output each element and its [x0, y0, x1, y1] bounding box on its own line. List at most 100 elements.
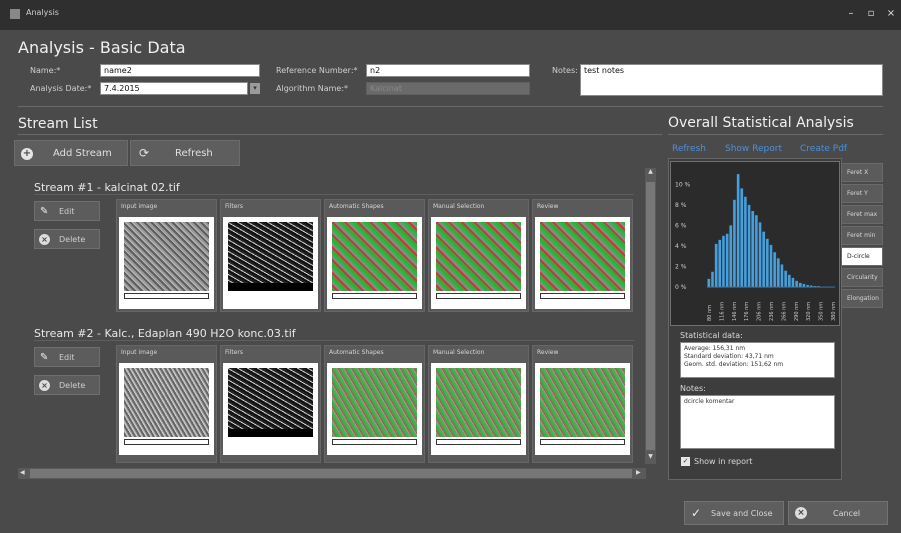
- tab-circularity[interactable]: Circularity: [841, 268, 883, 287]
- scale-bar: [332, 293, 417, 299]
- x-tick-label: 176 nm: [744, 302, 750, 321]
- stream-2-filters[interactable]: Filters: [220, 345, 321, 463]
- scale-bar: [436, 439, 521, 445]
- stream-1-filters[interactable]: Filters: [220, 199, 321, 312]
- scale-bar: [124, 439, 209, 445]
- statistical-data-label: Statistical data:: [680, 331, 743, 340]
- close-button[interactable]: ×: [882, 6, 900, 22]
- histogram-bar: [795, 280, 799, 288]
- histogram-bar: [740, 188, 744, 288]
- stream-2-edit-button[interactable]: ✎ Edit: [34, 347, 100, 367]
- tab-feret-min[interactable]: Feret min: [841, 226, 883, 245]
- scroll-down-icon[interactable]: ▼: [646, 453, 655, 463]
- horizontal-scroll-thumb[interactable]: [30, 469, 632, 478]
- add-stream-button[interactable]: + Add Stream: [14, 140, 128, 166]
- histogram-bar: [805, 284, 810, 288]
- cancel-button[interactable]: × Cancel: [788, 501, 888, 525]
- algorithm-name-select[interactable]: Kalcinat: [366, 82, 530, 95]
- name-field[interactable]: name2: [100, 64, 260, 77]
- reference-number-field[interactable]: n2: [366, 64, 530, 77]
- auto-shapes-image: [332, 368, 417, 437]
- stats-title: Overall Statistical Analysis: [668, 115, 854, 131]
- notes-field[interactable]: test notes: [580, 64, 883, 96]
- stream-2-delete-button[interactable]: × Delete: [34, 375, 100, 395]
- histogram-svg: 0 % 2 % 4 % 6 % 8 % 10 % 80 nm 116 nm 146 nm 176 …: [675, 173, 837, 321]
- y-tick-label: 8 %: [675, 202, 687, 209]
- histogram-bar: [802, 283, 806, 288]
- vertical-scrollbar[interactable]: ▲ ▼: [645, 168, 656, 464]
- stream-1-edit-button[interactable]: ✎ Edit: [34, 201, 100, 221]
- pencil-icon: ✎: [40, 206, 49, 217]
- horizontal-scrollbar[interactable]: ◀ ▶: [18, 468, 646, 479]
- histogram-bar: [758, 222, 762, 288]
- scroll-up-icon[interactable]: ▲: [646, 168, 655, 178]
- statistical-data-box: Average: 156,31 nm Standard deviation: 4…: [680, 342, 835, 378]
- histogram-bar: [754, 214, 758, 288]
- x-tick-label: 380 nm: [831, 302, 837, 321]
- stat-average: Average: 156,31 nm: [684, 345, 746, 352]
- stream-2-review[interactable]: Review: [532, 345, 633, 463]
- histogram-bar: [780, 264, 784, 288]
- scroll-right-icon[interactable]: ▶: [636, 469, 641, 476]
- show-in-report-checkbox[interactable]: ✓: [681, 457, 690, 466]
- stream-1-input-image[interactable]: Input image: [116, 199, 217, 312]
- tab-feret-max[interactable]: Feret max: [841, 205, 883, 224]
- stream-1-automatic-shapes[interactable]: Automatic Shapes: [324, 199, 425, 312]
- x-tick-label: 266 nm: [781, 302, 787, 321]
- app-icon: [10, 9, 20, 19]
- histogram-bar: [784, 270, 788, 288]
- minimize-button[interactable]: –: [842, 6, 860, 22]
- algorithm-name-label: Algorithm Name:*: [276, 84, 349, 93]
- stat-std-dev: Standard deviation: 43,71 nm: [684, 353, 774, 360]
- show-report-link[interactable]: Show Report: [725, 144, 782, 154]
- tab-feret-y[interactable]: Feret Y: [841, 184, 883, 203]
- plus-icon: +: [21, 148, 33, 160]
- histogram-bar: [769, 244, 773, 288]
- histogram-bar: [798, 282, 802, 288]
- save-and-close-button[interactable]: ✓ Save and Close: [684, 501, 784, 525]
- date-dropdown-button[interactable]: ▾: [250, 83, 260, 94]
- stream-1-review[interactable]: Review: [532, 199, 633, 312]
- histogram-bar: [787, 274, 791, 288]
- maximize-button[interactable]: ▫: [862, 6, 880, 22]
- histogram-bar: [729, 225, 733, 288]
- stream-list-title: Stream List: [18, 116, 98, 132]
- histogram-bar: [736, 173, 740, 288]
- tab-elongation[interactable]: Elongation: [841, 289, 883, 308]
- analysis-date-field[interactable]: 7.4.2015: [100, 82, 248, 95]
- x-tick-label: 80 nm: [707, 305, 713, 321]
- x-tick-label: 116 nm: [719, 302, 725, 321]
- scale-bar: [124, 293, 209, 299]
- scale-bar: [436, 293, 521, 299]
- stream-1-delete-button[interactable]: × Delete: [34, 229, 100, 249]
- reference-number-label: Reference Number:*: [276, 66, 358, 75]
- stats-refresh-link[interactable]: Refresh: [672, 144, 706, 154]
- y-tick-label: 4 %: [675, 243, 687, 250]
- stream-1-divider: [34, 194, 634, 195]
- analysis-date-label: Analysis Date:*: [30, 84, 92, 93]
- vertical-scroll-thumb[interactable]: [646, 182, 655, 450]
- scroll-left-icon[interactable]: ◀: [20, 469, 25, 476]
- histogram-bar: [732, 199, 737, 288]
- manual-selection-image: [436, 368, 521, 437]
- tab-feret-x[interactable]: Feret X: [841, 163, 883, 182]
- histogram-bar: [747, 204, 751, 288]
- histogram-bar: [831, 286, 835, 288]
- create-pdf-link[interactable]: Create Pdf: [800, 144, 847, 154]
- close-circle-icon: ×: [39, 380, 50, 391]
- notes-label: Notes:: [552, 66, 578, 75]
- stream-list-divider: [18, 134, 662, 135]
- x-tick-label: 236 nm: [769, 302, 775, 321]
- stats-notes-label: Notes:: [680, 384, 706, 393]
- stream-2-input-image[interactable]: Input image: [116, 345, 217, 463]
- stream-2-manual-selection[interactable]: Manual Selection: [428, 345, 529, 463]
- refresh-button[interactable]: ⟳ Refresh: [130, 140, 240, 166]
- stream-2-automatic-shapes[interactable]: Automatic Shapes: [324, 345, 425, 463]
- histogram-bar: [773, 251, 777, 288]
- stream-1-manual-selection[interactable]: Manual Selection: [428, 199, 529, 312]
- manual-selection-image: [436, 222, 521, 291]
- tab-d-circle[interactable]: D-circle: [841, 247, 883, 266]
- histogram-bar: [707, 278, 711, 288]
- stat-geom-std-dev: Geom. std. deviation: 151,62 nm: [684, 361, 784, 368]
- stats-notes-field[interactable]: dcircle komentar: [680, 395, 835, 449]
